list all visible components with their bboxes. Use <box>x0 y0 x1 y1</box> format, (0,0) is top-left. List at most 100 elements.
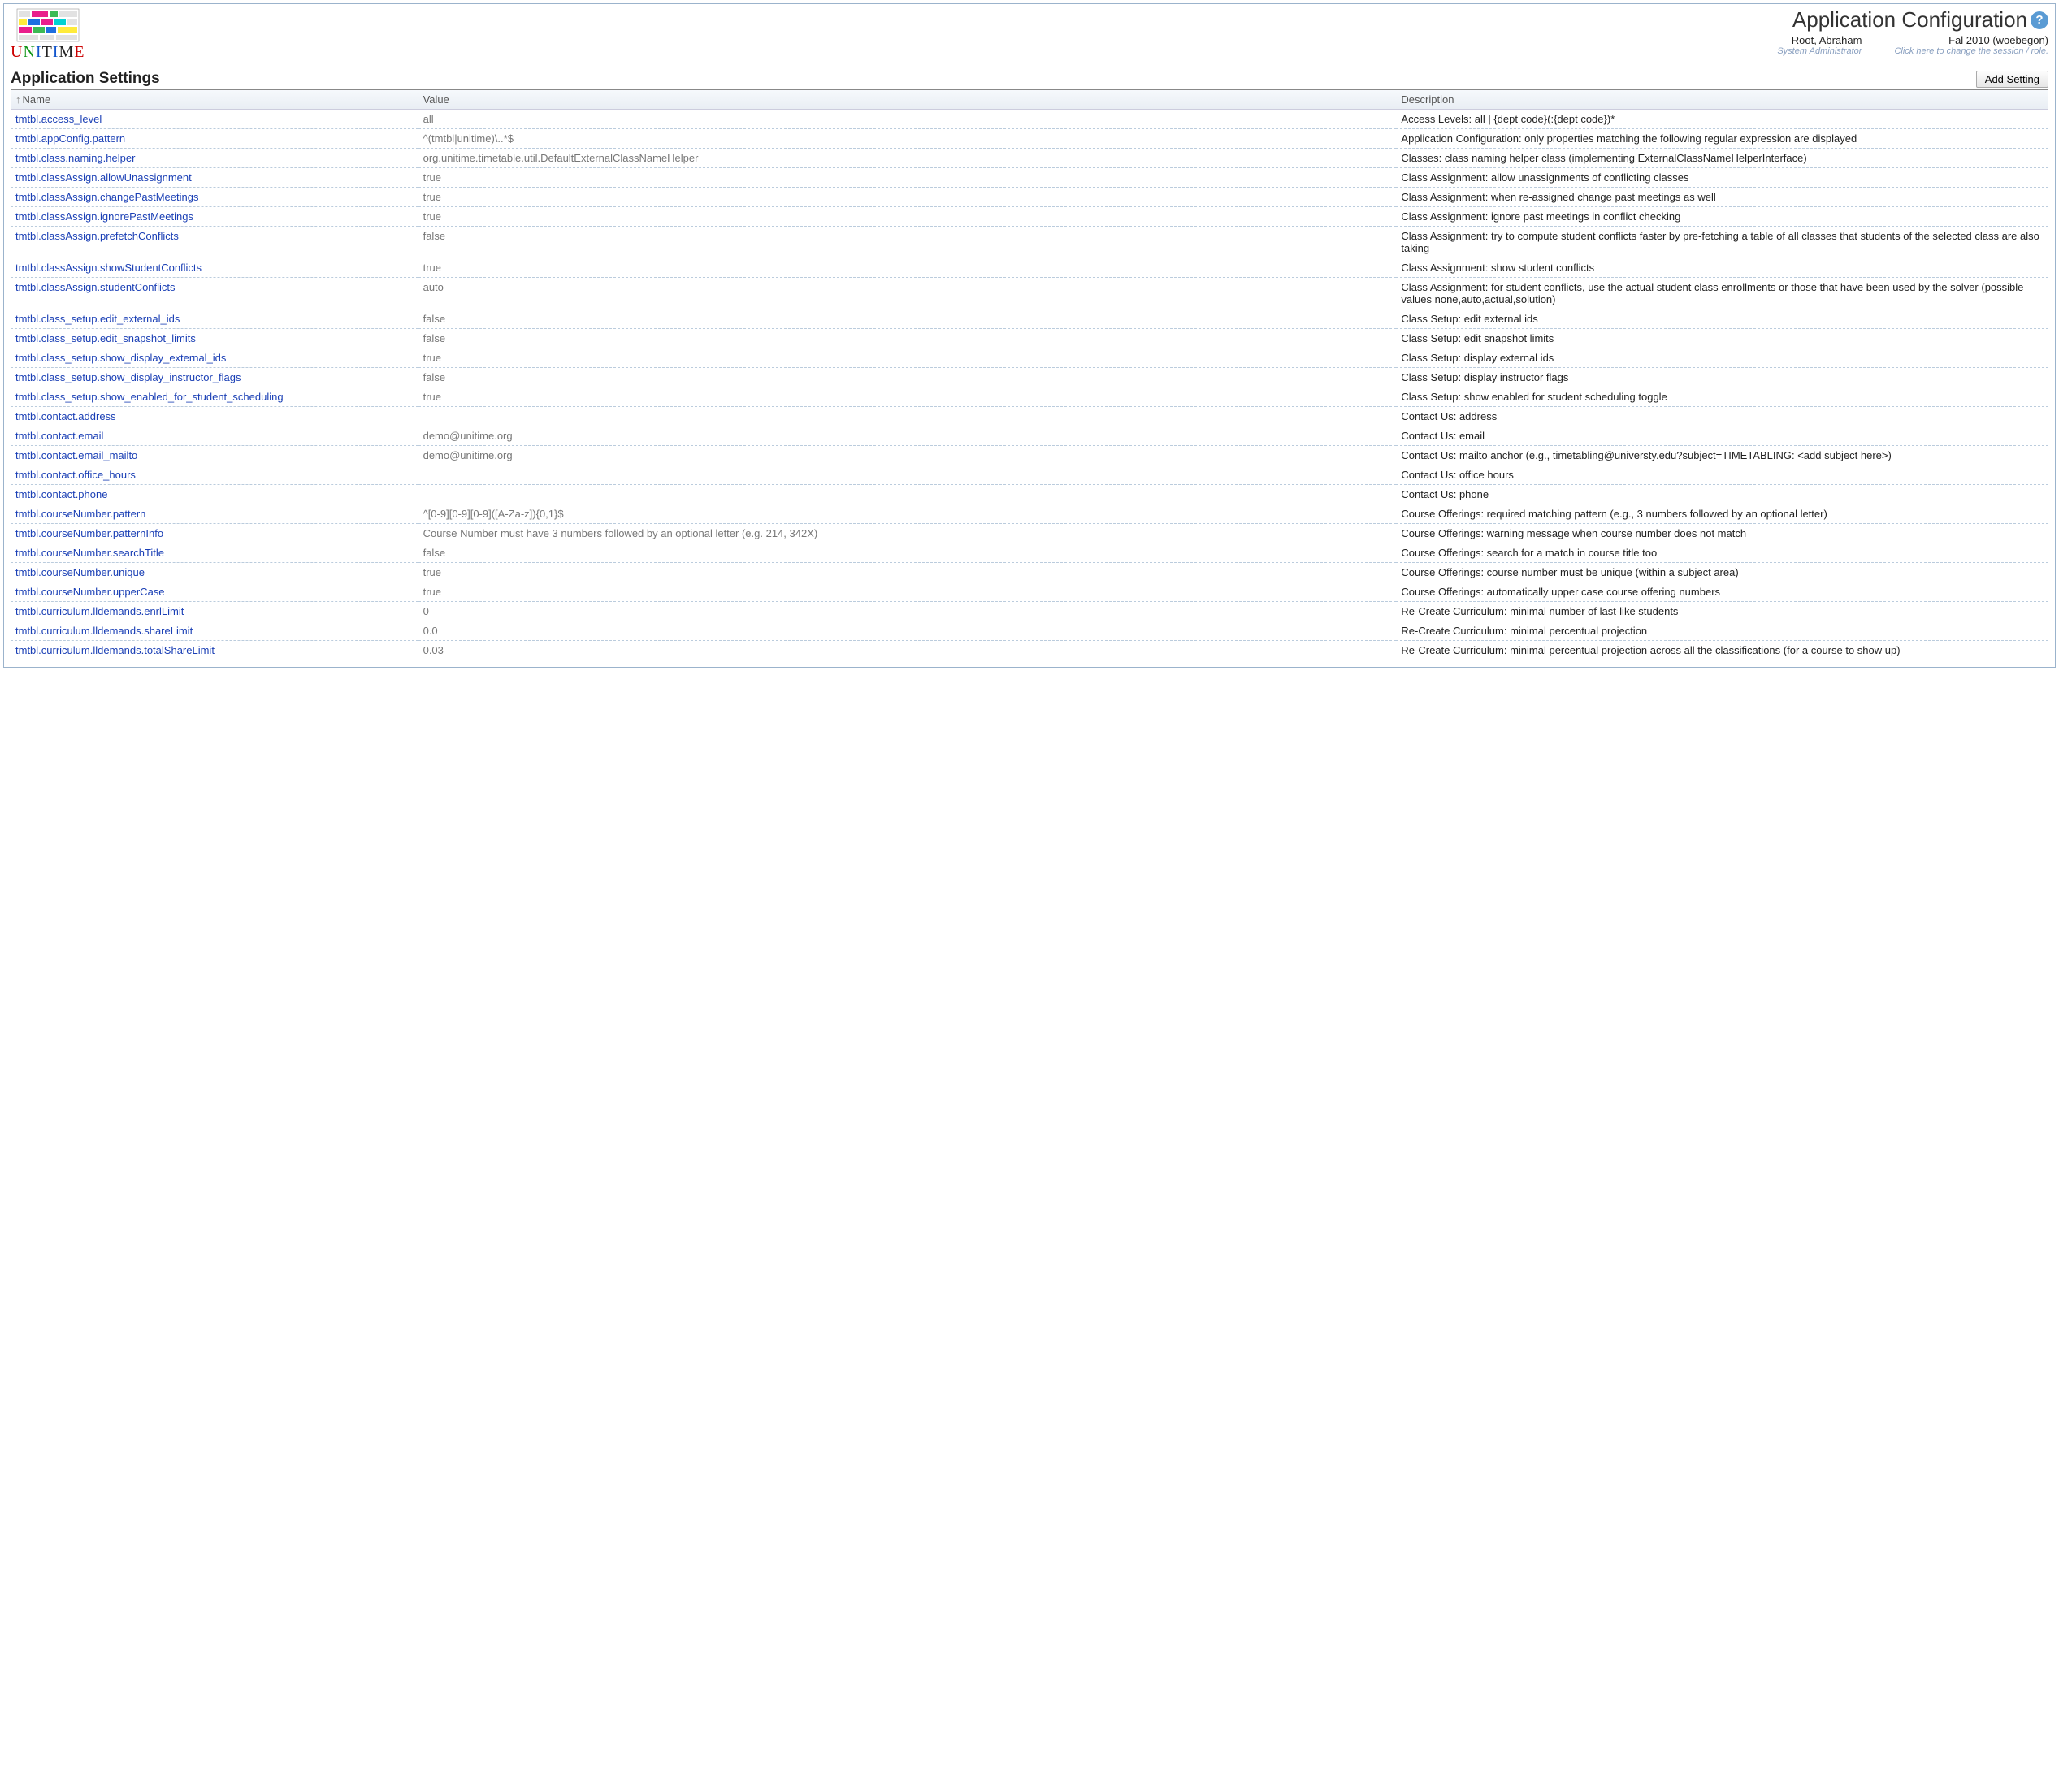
setting-name-link[interactable]: tmtbl.curriculum.lldemands.totalShareLim… <box>15 644 215 656</box>
logo-grid-icon <box>15 7 80 43</box>
table-row[interactable]: tmtbl.courseNumber.patternInfoCourse Num… <box>11 524 2048 543</box>
setting-name-link[interactable]: tmtbl.class_setup.edit_external_ids <box>15 313 180 325</box>
setting-name-cell: tmtbl.classAssign.studentConflicts <box>11 278 418 309</box>
setting-value-cell <box>418 407 1397 426</box>
table-row[interactable]: tmtbl.courseNumber.searchTitle falseCours… <box>11 543 2048 563</box>
setting-name-link[interactable]: tmtbl.classAssign.changePastMeetings <box>15 191 198 203</box>
setting-description-cell: Contact Us: office hours <box>1396 465 2048 485</box>
logo[interactable]: UNITIME <box>11 7 85 62</box>
setting-description-cell: Re-Create Curriculum: minimal percentual… <box>1396 621 2048 641</box>
setting-description-cell: Contact Us: phone <box>1396 485 2048 504</box>
setting-value-cell: ^[0-9][0-9][0-9]([A-Za-z]){0,1}$ <box>418 504 1397 524</box>
setting-description-cell: Contact Us: address <box>1396 407 2048 426</box>
table-row[interactable]: tmtbl.classAssign.changePastMeetings true… <box>11 188 2048 207</box>
table-row[interactable]: tmtbl.class_setup.edit_snapshot_limitsfa… <box>11 329 2048 348</box>
page-title: Application Configuration <box>1792 7 2027 32</box>
table-row[interactable]: tmtbl.contact.address Contact Us: address <box>11 407 2048 426</box>
setting-name-link[interactable]: tmtbl.courseNumber.unique <box>15 566 145 578</box>
setting-description-cell: Re-Create Curriculum: minimal number of … <box>1396 602 2048 621</box>
table-row[interactable]: tmtbl.appConfig.pattern^(tmtbl|unitime)\… <box>11 129 2048 149</box>
col-name-header[interactable]: ↑Name <box>11 90 418 110</box>
add-setting-button[interactable]: Add Setting <box>1976 71 2048 88</box>
table-row[interactable]: tmtbl.classAssign.showStudentConflicts tr… <box>11 258 2048 278</box>
setting-name-cell: tmtbl.class_setup.show_display_external_… <box>11 348 418 368</box>
setting-name-link[interactable]: tmtbl.curriculum.lldemands.enrlLimit <box>15 605 184 617</box>
table-row[interactable]: tmtbl.courseNumber.pattern ^[0-9][0-9][0-… <box>11 504 2048 524</box>
session-info[interactable]: Fal 2010 (woebegon) Click here to change… <box>1894 34 2048 56</box>
setting-value-cell <box>418 485 1397 504</box>
setting-description-cell: Contact Us: email <box>1396 426 2048 446</box>
setting-name-link[interactable]: tmtbl.class.naming.helper <box>15 152 135 164</box>
table-row[interactable]: tmtbl.classAssign.ignorePastMeetingstrue… <box>11 207 2048 227</box>
setting-name-link[interactable]: tmtbl.courseNumber.pattern <box>15 508 145 520</box>
setting-name-link[interactable]: tmtbl.class_setup.show_display_instructo… <box>15 371 241 383</box>
setting-name-cell: tmtbl.classAssign.showStudentConflicts <box>11 258 418 278</box>
col-name-label: Name <box>23 93 51 106</box>
page-title-row: Application Configuration ? <box>1777 7 2048 32</box>
table-row[interactable]: tmtbl.classAssign.studentConflictsautoCl… <box>11 278 2048 309</box>
setting-description-cell: Course Offerings: search for a match in … <box>1396 543 2048 563</box>
table-row[interactable]: tmtbl.contact.email_mailtodemo@unitime.o… <box>11 446 2048 465</box>
setting-value-cell: false <box>418 368 1397 387</box>
setting-name-link[interactable]: tmtbl.classAssign.prefetchConflicts <box>15 230 179 242</box>
table-row[interactable]: tmtbl.class_setup.show_display_external_… <box>11 348 2048 368</box>
setting-value-cell: 0.03 <box>418 641 1397 660</box>
setting-value-cell: true <box>418 563 1397 582</box>
setting-name-link[interactable]: tmtbl.contact.address <box>15 410 116 422</box>
setting-description-cell: Course Offerings: warning message when c… <box>1396 524 2048 543</box>
table-row[interactable]: tmtbl.contact.phone Contact Us: phone <box>11 485 2048 504</box>
table-row[interactable]: tmtbl.class_setup.show_enabled_for_stude… <box>11 387 2048 407</box>
setting-name-link[interactable]: tmtbl.access_level <box>15 113 102 125</box>
table-row[interactable]: tmtbl.class.naming.helperorg.unitime.tim… <box>11 149 2048 168</box>
table-row[interactable]: tmtbl.courseNumber.upperCasetrueCourse O… <box>11 582 2048 602</box>
setting-name-link[interactable]: tmtbl.classAssign.allowUnassignment <box>15 171 192 184</box>
setting-name-cell: tmtbl.contact.office_hours <box>11 465 418 485</box>
table-row[interactable]: tmtbl.courseNumber.uniquetrueCourse Offe… <box>11 563 2048 582</box>
setting-name-link[interactable]: tmtbl.courseNumber.upperCase <box>15 586 165 598</box>
setting-name-link[interactable]: tmtbl.class_setup.show_display_external_… <box>15 352 226 364</box>
setting-name-link[interactable]: tmtbl.contact.email <box>15 430 103 442</box>
setting-name-cell: tmtbl.classAssign.ignorePastMeetings <box>11 207 418 227</box>
setting-description-cell: Course Offerings: required matching patt… <box>1396 504 2048 524</box>
setting-name-link[interactable]: tmtbl.contact.office_hours <box>15 469 136 481</box>
setting-name-link[interactable]: tmtbl.courseNumber.patternInfo <box>15 527 163 539</box>
setting-description-cell: Class Assignment: when re-assigned chang… <box>1396 188 2048 207</box>
setting-description-cell: Class Assignment: for student conflicts,… <box>1396 278 2048 309</box>
setting-name-link[interactable]: tmtbl.courseNumber.searchTitle <box>15 547 164 559</box>
table-row[interactable]: tmtbl.curriculum.lldemands.totalShareLim… <box>11 641 2048 660</box>
setting-value-cell: true <box>418 348 1397 368</box>
setting-description-cell: Class Setup: edit snapshot limits <box>1396 329 2048 348</box>
setting-name-link[interactable]: tmtbl.class_setup.show_enabled_for_stude… <box>15 391 284 403</box>
table-row[interactable]: tmtbl.access_levelallAccess Levels: all … <box>11 110 2048 129</box>
table-row[interactable]: tmtbl.contact.email demo@unitime.orgConta… <box>11 426 2048 446</box>
table-row[interactable]: tmtbl.class_setup.show_display_instructo… <box>11 368 2048 387</box>
setting-name-cell: tmtbl.class.naming.helper <box>11 149 418 168</box>
setting-value-cell: false <box>418 543 1397 563</box>
setting-name-link[interactable]: tmtbl.class_setup.edit_snapshot_limits <box>15 332 196 344</box>
user-info[interactable]: Root, Abraham System Administrator <box>1777 34 1862 56</box>
table-row[interactable]: tmtbl.curriculum.lldemands.enrlLimit0Re-… <box>11 602 2048 621</box>
header-right: Application Configuration ? Root, Abraha… <box>1777 7 2048 56</box>
setting-name-link[interactable]: tmtbl.classAssign.ignorePastMeetings <box>15 210 193 223</box>
setting-name-link[interactable]: tmtbl.curriculum.lldemands.shareLimit <box>15 625 193 637</box>
table-row[interactable]: tmtbl.contact.office_hours Contact Us: of… <box>11 465 2048 485</box>
table-row[interactable]: tmtbl.classAssign.allowUnassignmenttrueC… <box>11 168 2048 188</box>
help-icon[interactable]: ? <box>2031 11 2048 29</box>
setting-name-link[interactable]: tmtbl.appConfig.pattern <box>15 132 125 145</box>
setting-name-link[interactable]: tmtbl.classAssign.showStudentConflicts <box>15 262 202 274</box>
col-description-header[interactable]: Description <box>1396 90 2048 110</box>
setting-name-link[interactable]: tmtbl.contact.email_mailto <box>15 449 137 461</box>
col-value-header[interactable]: Value <box>418 90 1397 110</box>
setting-name-cell: tmtbl.class_setup.show_enabled_for_stude… <box>11 387 418 407</box>
table-row[interactable]: tmtbl.classAssign.prefetchConflictsfalse… <box>11 227 2048 258</box>
setting-value-cell: demo@unitime.org <box>418 426 1397 446</box>
setting-name-link[interactable]: tmtbl.classAssign.studentConflicts <box>15 281 176 293</box>
setting-value-cell: true <box>418 188 1397 207</box>
table-row[interactable]: tmtbl.class_setup.edit_external_idsfalse… <box>11 309 2048 329</box>
app-frame: UNITIME Application Configuration ? Root… <box>3 3 2056 668</box>
table-row[interactable]: tmtbl.curriculum.lldemands.shareLimit0.0… <box>11 621 2048 641</box>
setting-description-cell: Contact Us: mailto anchor (e.g., timetab… <box>1396 446 2048 465</box>
setting-name-link[interactable]: tmtbl.contact.phone <box>15 488 107 500</box>
setting-value-cell: true <box>418 258 1397 278</box>
setting-name-cell: tmtbl.contact.email_mailto <box>11 446 418 465</box>
